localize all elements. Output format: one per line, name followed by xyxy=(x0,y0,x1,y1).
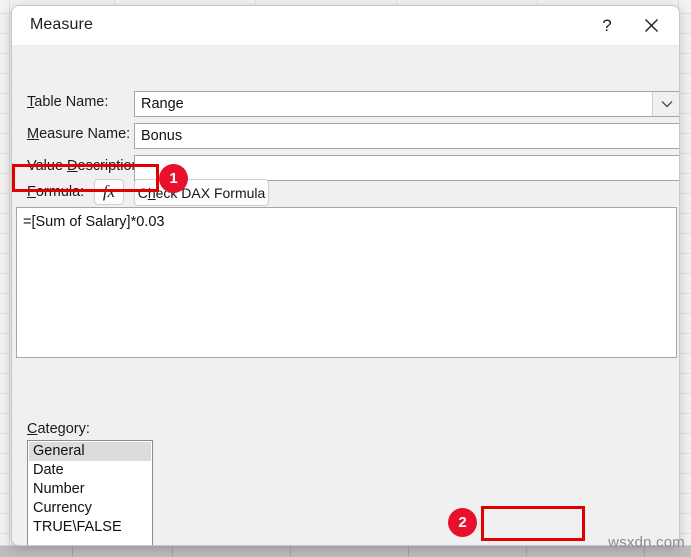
watermark: wsxdn.com xyxy=(608,534,685,551)
measure-name-input[interactable]: Bonus xyxy=(134,123,679,149)
measure-name-label: Measure Name: xyxy=(27,126,131,142)
check-dax-formula-button[interactable]: Ch eck DAX Formula xyxy=(134,179,269,206)
dialog-body: Table Name: Range Measure Name: Bonus Va… xyxy=(12,46,679,545)
status-band xyxy=(0,545,691,557)
close-icon[interactable] xyxy=(629,6,673,45)
value-description-label: Value Description: xyxy=(27,158,144,174)
category-item-date[interactable]: Date xyxy=(29,461,151,480)
category-item-number[interactable]: Number xyxy=(29,480,151,499)
table-name-label: Table Name: xyxy=(27,94,109,110)
value-description-input[interactable] xyxy=(134,155,679,181)
category-listbox[interactable]: General Date Number Currency TRUE\FALSE xyxy=(27,440,153,545)
measure-dialog: Measure ? Table Name: Range Measure Name… xyxy=(11,5,680,546)
question-mark-icon[interactable]: ? xyxy=(585,6,629,45)
formula-editor[interactable]: =[Sum of Salary]*0.03 xyxy=(16,207,677,358)
category-item-general[interactable]: General xyxy=(29,442,151,461)
table-name-input[interactable]: Range xyxy=(134,91,679,117)
category-label: Category: xyxy=(27,421,90,437)
insert-function-icon[interactable]: fx xyxy=(94,179,124,205)
formula-label: Formula: xyxy=(27,184,85,200)
category-item-true-false[interactable]: TRUE\FALSE xyxy=(29,518,151,537)
chevron-down-icon[interactable] xyxy=(652,92,679,116)
category-item-currency[interactable]: Currency xyxy=(29,499,151,518)
dialog-titlebar: Measure ? xyxy=(12,6,679,46)
dialog-title: Measure xyxy=(30,16,93,33)
grid-line xyxy=(9,0,10,557)
